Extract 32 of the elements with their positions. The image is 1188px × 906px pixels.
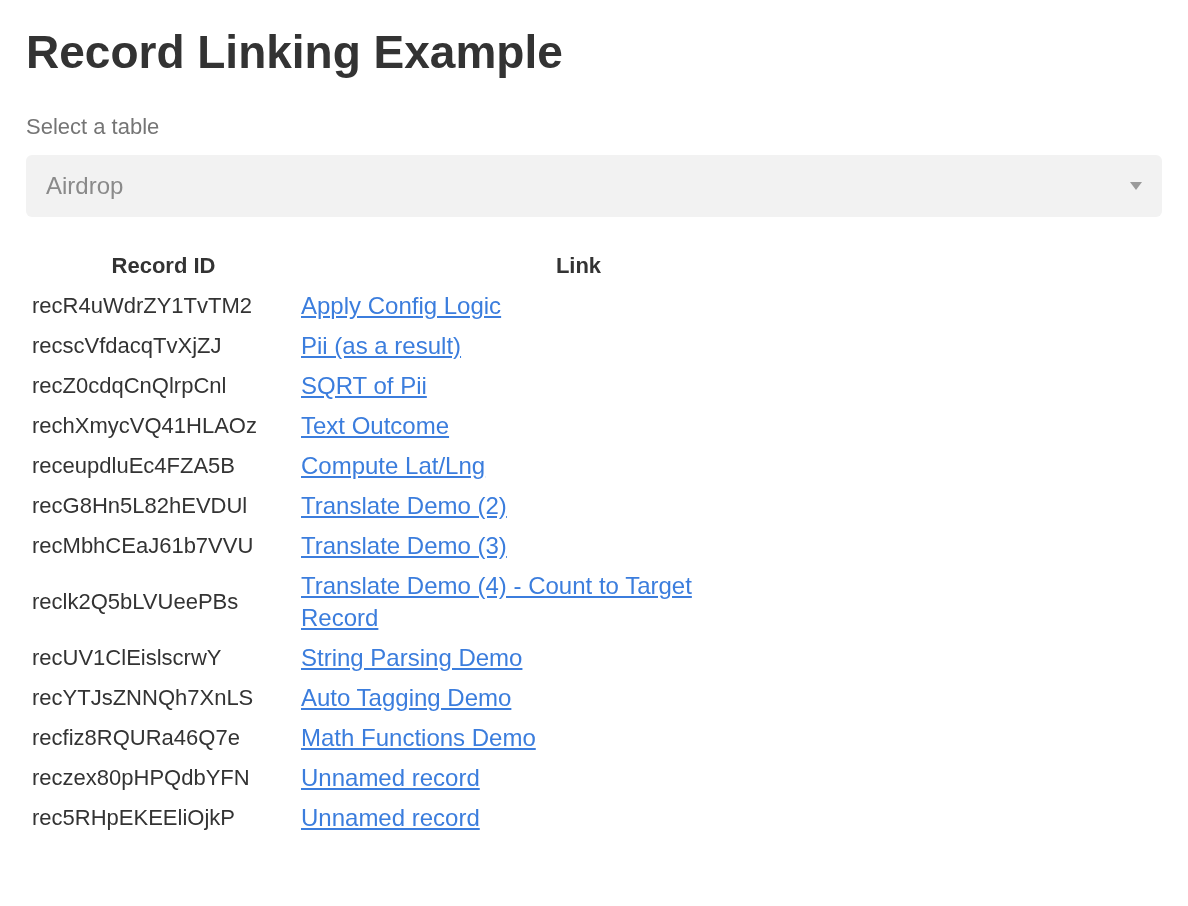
record-link[interactable]: String Parsing Demo <box>301 642 523 674</box>
record-link[interactable]: Auto Tagging Demo <box>301 682 512 714</box>
column-header: Record ID <box>111 253 216 278</box>
record-id: recZ0cdqCnQlrpCnl <box>32 373 227 398</box>
field-label: Select a table <box>26 113 160 141</box>
record-id: rec5RHpEKEEliOjkP <box>32 805 235 830</box>
record-id: recR4uWdrZY1TvTM2 <box>32 293 253 318</box>
record-id: rechXmycVQ41HLAOz <box>32 413 257 438</box>
record-link[interactable]: SQRT of Pii <box>301 370 427 402</box>
record-id: recUV1ClEislscrwY <box>32 645 222 670</box>
caret-icon <box>1130 182 1142 190</box>
record-id: recMbhCEaJ61b7VVU <box>32 533 254 558</box>
column-header: Link <box>555 253 602 278</box>
record-link[interactable]: Math Functions Demo <box>301 722 536 754</box>
record-link[interactable]: Translate Demo (3) <box>301 530 507 562</box>
record-id: recG8Hn5L82hEVDUl <box>32 493 248 518</box>
table-select[interactable]: Airdrop <box>26 155 1162 217</box>
record-link[interactable]: Pii (as a result) <box>301 330 462 362</box>
record-link[interactable]: Text Outcome <box>301 410 450 442</box>
record-id: recfiz8RQURa46Q7e <box>32 725 240 750</box>
record-id: reclk2Q5bLVUeePBs <box>32 589 239 614</box>
record-link[interactable]: Unnamed record <box>301 762 480 794</box>
record-link[interactable]: Compute Lat/Lng <box>301 450 486 482</box>
record-id: recYTJsZNNQh7XnLS <box>32 685 254 710</box>
record-link[interactable]: Apply Config Logic <box>301 290 502 322</box>
record-id: receupdluEc4FZA5B <box>32 453 235 478</box>
page-title: Record Linking Example <box>26 25 564 80</box>
record-link[interactable]: Unnamed record <box>301 802 480 834</box>
record-link[interactable]: Translate Demo (4) - Count to Target Record <box>301 570 761 634</box>
record-id: recscVfdacqTvXjZJ <box>32 333 222 358</box>
record-id: reczex80pHPQdbYFN <box>32 765 250 790</box>
record-link[interactable]: Translate Demo (2) <box>301 490 507 522</box>
